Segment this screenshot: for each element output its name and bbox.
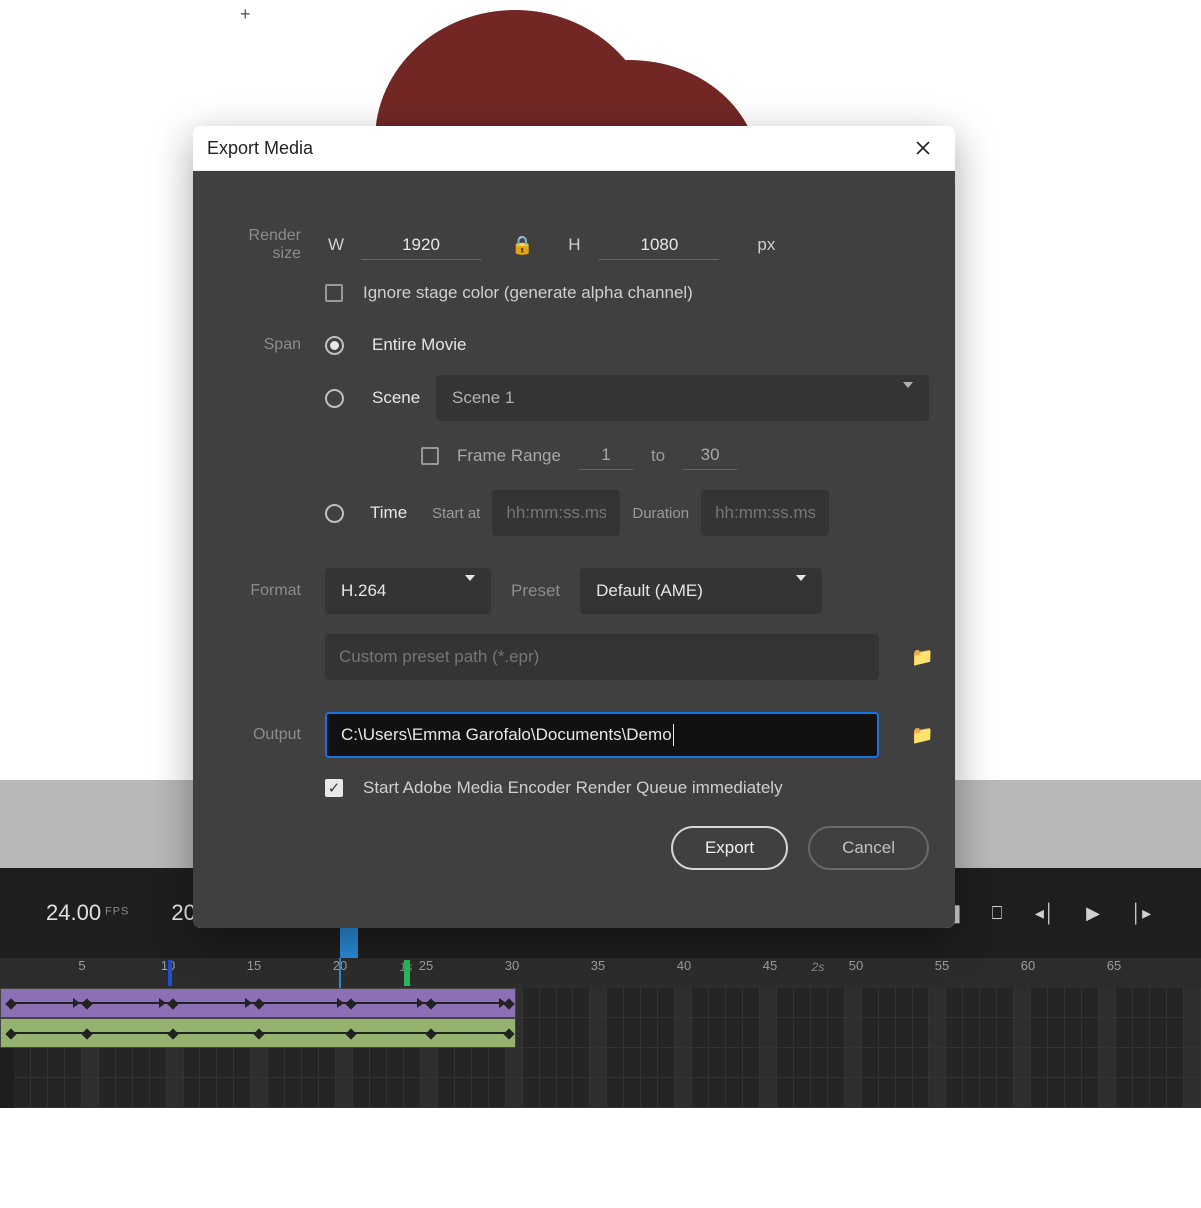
marker-blue[interactable] <box>168 960 172 986</box>
frame-from-input[interactable] <box>579 441 633 470</box>
radio-entire-movie[interactable] <box>325 336 344 355</box>
scene-dropdown[interactable]: Scene 1 <box>436 375 929 421</box>
fps-value: 24.00 <box>46 900 101 925</box>
export-button[interactable]: Export <box>671 826 788 870</box>
chevron-down-icon <box>903 388 913 408</box>
ruler-tick: 5 <box>78 958 85 973</box>
stage-center-icon: + <box>240 4 251 25</box>
radio-scene-label: Scene <box>372 388 422 408</box>
scene-dropdown-value: Scene 1 <box>452 388 514 408</box>
dialog-titlebar[interactable]: Export Media <box>193 126 955 171</box>
start-at-input[interactable] <box>492 490 620 536</box>
chevron-down-icon <box>796 581 806 601</box>
width-input[interactable] <box>361 231 481 260</box>
output-input[interactable]: C:\Users\Emma Garofalo\Documents\Demo <box>325 712 879 758</box>
preset-label: Preset <box>511 581 560 601</box>
format-dropdown[interactable]: H.264 <box>325 568 491 614</box>
unit-label: px <box>757 235 775 255</box>
close-icon[interactable] <box>909 134 937 162</box>
ruler-tick: 50 <box>849 958 863 973</box>
format-value: H.264 <box>341 581 386 601</box>
ruler-tick: 15 <box>247 958 261 973</box>
export-media-dialog: Export Media Render size W 🔒 H px Ignore… <box>193 126 955 928</box>
tween-clip[interactable] <box>0 1018 516 1048</box>
bracket-icon[interactable]: ⎕ <box>983 899 1011 927</box>
timeline-tracks[interactable] <box>0 988 1201 1108</box>
text-cursor <box>673 724 674 746</box>
duration-input[interactable] <box>701 490 829 536</box>
folder-icon[interactable]: 📁 <box>911 647 933 668</box>
start-queue-checkbox[interactable]: ✓ <box>325 779 343 797</box>
frame-range-checkbox[interactable] <box>421 447 439 465</box>
output-value: C:\Users\Emma Garofalo\Documents\Demo <box>341 725 672 745</box>
lock-icon[interactable]: 🔒 <box>495 235 549 256</box>
height-input[interactable] <box>599 231 719 260</box>
ruler-tick: 45 <box>763 958 777 973</box>
preset-value: Default (AME) <box>596 581 703 601</box>
start-queue-label: Start Adobe Media Encoder Render Queue i… <box>363 778 783 798</box>
frame-range-label: Frame Range <box>457 446 561 466</box>
play-icon[interactable]: ▶ <box>1079 899 1107 927</box>
folder-icon[interactable]: 📁 <box>911 725 933 746</box>
ruler-tick: 25 <box>419 958 433 973</box>
ruler-tick: 30 <box>505 958 519 973</box>
radio-time-label: Time <box>370 503 420 523</box>
preset-dropdown[interactable]: Default (AME) <box>580 568 822 614</box>
timeline-ruler[interactable]: 1s 2s 5 10 15 20 25 30 35 40 45 50 55 60… <box>0 958 1201 988</box>
ignore-stage-label: Ignore stage color (generate alpha chann… <box>363 283 693 303</box>
ruler-tick: 60 <box>1021 958 1035 973</box>
second-marker: 2s <box>812 960 825 974</box>
radio-scene[interactable] <box>325 389 344 408</box>
dialog-title: Export Media <box>207 138 313 159</box>
start-at-label: Start at <box>432 505 480 522</box>
duration-label: Duration <box>632 505 689 522</box>
radio-entire-movie-label: Entire Movie <box>372 335 466 355</box>
height-label: H <box>563 235 585 255</box>
dialog-body: Render size W 🔒 H px Ignore stage color … <box>193 171 955 928</box>
marker-green[interactable] <box>404 960 410 986</box>
step-back-icon[interactable]: ◂│ <box>1031 899 1059 927</box>
step-forward-icon[interactable]: │▸ <box>1127 899 1155 927</box>
fps-display[interactable]: 24.00 FPS <box>46 900 129 926</box>
span-label: Span <box>219 336 325 354</box>
output-label: Output <box>219 726 325 744</box>
radio-time[interactable] <box>325 504 344 523</box>
ruler-tick: 55 <box>935 958 949 973</box>
chevron-down-icon <box>465 581 475 601</box>
tween-clip[interactable] <box>0 988 516 1018</box>
ruler-tick: 35 <box>591 958 605 973</box>
render-size-label: Render size <box>219 227 325 263</box>
frame-to-label: to <box>651 446 665 466</box>
format-label: Format <box>219 582 325 600</box>
width-label: W <box>325 235 347 255</box>
ruler-tick: 40 <box>677 958 691 973</box>
frame-to-input[interactable] <box>683 441 737 470</box>
fps-label: FPS <box>105 905 129 917</box>
cancel-button[interactable]: Cancel <box>808 826 929 870</box>
custom-preset-input[interactable] <box>325 634 879 680</box>
ignore-stage-checkbox[interactable] <box>325 284 343 302</box>
ruler-tick: 65 <box>1107 958 1121 973</box>
